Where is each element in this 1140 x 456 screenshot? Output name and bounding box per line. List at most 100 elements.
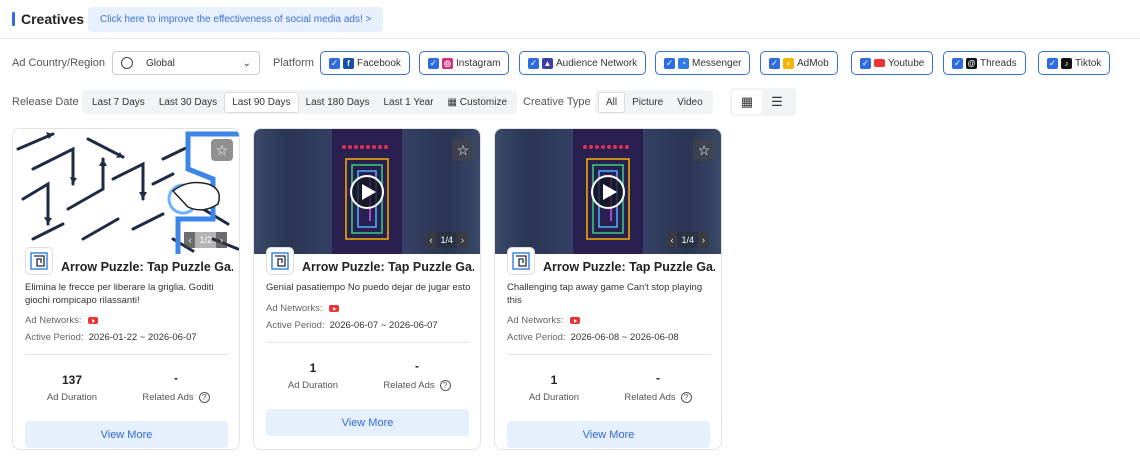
grid-view-icon[interactable]: ▦ (732, 90, 762, 114)
creative-type-label: Creative Type (523, 96, 591, 108)
active-period-label: Active Period: (25, 332, 84, 343)
creative-option-video[interactable]: Video (670, 93, 709, 112)
list-view-icon[interactable]: ☰ (762, 90, 792, 114)
ad-networks: Ad Networks: (507, 315, 580, 326)
checkbox-icon[interactable]: ✓ (528, 57, 539, 69)
release-option-customize[interactable]: ▦ Customize (441, 93, 514, 112)
platform-youtube[interactable]: ✓ Youtube (851, 51, 934, 75)
next-arrow-icon[interactable]: › (216, 232, 227, 248)
next-arrow-icon[interactable]: › (457, 232, 468, 248)
page-title: Creatives (21, 11, 85, 27)
app-title[interactable]: Arrow Puzzle: Tap Puzzle Ga... (302, 260, 474, 274)
facebook-icon: f (343, 57, 354, 69)
prev-arrow-icon[interactable]: ‹ (425, 232, 437, 248)
related-ads-value: - (415, 359, 419, 373)
checkbox-icon[interactable]: ✓ (428, 57, 439, 69)
ad-networks-label: Ad Networks: (507, 315, 564, 326)
ad-duration-value: 1 (309, 361, 317, 375)
platform-label: Platform (273, 57, 314, 69)
platform-label-audience-network: Audience Network (556, 57, 638, 69)
related-ads: Related Ads? (613, 392, 703, 403)
youtube-icon (569, 317, 580, 324)
app-icon (25, 247, 53, 275)
favorite-star-icon[interactable]: ☆ (211, 139, 233, 161)
release-option-7d[interactable]: Last 7 Days (85, 93, 152, 112)
chevron-down-icon: ⌄ (242, 57, 251, 69)
platform-label-tiktok: Tiktok (1075, 57, 1102, 69)
audience-network-icon: ▲ (542, 57, 553, 69)
favorite-star-icon[interactable]: ☆ (693, 139, 715, 161)
view-more-button[interactable]: View More (25, 421, 228, 448)
youtube-icon (874, 59, 885, 67)
platform-audience-network[interactable]: ✓ ▲ Audience Network (519, 51, 647, 75)
admob-icon: ◗ (783, 57, 794, 69)
view-more-button[interactable]: View More (507, 421, 710, 448)
creative-card[interactable]: ☆ ‹ 1/4 › Arrow Puzzle: Tap Puzzle Ga...… (494, 128, 722, 450)
pager-count: 1/4 (677, 232, 698, 248)
release-option-30d[interactable]: Last 30 Days (152, 93, 224, 112)
country-select[interactable]: Global ⌄ (112, 51, 260, 75)
creative-card[interactable]: ☆ ‹ 1/4 › Arrow Puzzle: Tap Puzzle Ga...… (253, 128, 481, 450)
favorite-star-icon[interactable]: ☆ (452, 139, 474, 161)
play-icon[interactable] (350, 175, 384, 209)
youtube-icon (328, 305, 339, 312)
platform-instagram[interactable]: ✓ ◎ Instagram (419, 51, 510, 75)
thumbnail-pager: ‹ 1/4 › (425, 232, 468, 248)
app-title[interactable]: Arrow Puzzle: Tap Puzzle Ga... (543, 260, 715, 274)
help-icon[interactable]: ? (439, 380, 451, 391)
play-icon[interactable] (591, 175, 625, 209)
platform-tiktok[interactable]: ✓ ♪ Tiktok (1038, 51, 1111, 75)
calendar-icon: ▦ (447, 96, 457, 108)
ad-duration-label: Ad Duration (528, 392, 580, 403)
release-option-1y[interactable]: Last 1 Year (377, 93, 441, 112)
checkbox-icon[interactable]: ✓ (952, 57, 963, 69)
related-ads-label: Related Ads (142, 392, 194, 403)
creative-card[interactable]: ☆ ‹ 1/2 › Arrow Puzzle: Tap Puzzle Ga...… (12, 128, 240, 450)
platform-facebook[interactable]: ✓ f Facebook (320, 51, 410, 75)
checkbox-icon[interactable]: ✓ (329, 57, 340, 69)
creative-thumbnail[interactable]: ☆ ‹ 1/2 › (13, 129, 239, 254)
checkbox-icon[interactable]: ✓ (860, 57, 871, 69)
active-period-value: 2026-06-08 ~ 2026-06-08 (570, 332, 679, 343)
related-ads: Related Ads? (131, 392, 221, 403)
active-period: Active Period: 2026-01-22 ~ 2026-06-07 (25, 332, 197, 343)
release-option-90d[interactable]: Last 90 Days (224, 91, 299, 113)
release-option-180d[interactable]: Last 180 Days (299, 93, 377, 112)
active-period-value: 2026-01-22 ~ 2026-06-07 (88, 332, 197, 343)
checkbox-icon[interactable]: ✓ (1047, 57, 1058, 69)
next-arrow-icon[interactable]: › (698, 232, 709, 248)
ad-duration-label: Ad Duration (287, 380, 339, 391)
divider (25, 354, 229, 355)
view-more-button[interactable]: View More (266, 409, 469, 436)
help-icon[interactable]: ? (198, 392, 210, 403)
globe-icon (121, 57, 133, 69)
platform-label-youtube: Youtube (888, 57, 925, 69)
instagram-icon: ◎ (442, 57, 453, 69)
related-ads-label: Related Ads (624, 392, 676, 403)
ad-description: Challenging tap away game Can't stop pla… (507, 282, 703, 306)
prev-arrow-icon[interactable]: ‹ (184, 232, 196, 248)
active-period: Active Period: 2026-06-08 ~ 2026-06-08 (507, 332, 679, 343)
help-icon[interactable]: ? (680, 392, 692, 403)
ad-networks-label: Ad Networks: (266, 303, 323, 314)
creative-option-all[interactable]: All (598, 91, 626, 113)
promo-banner[interactable]: Click here to improve the effectiveness … (88, 7, 384, 32)
platform-threads[interactable]: ✓ @ Threads (943, 51, 1026, 75)
title-accent (12, 12, 15, 26)
pager-count: 1/2 (195, 232, 216, 248)
app-title[interactable]: Arrow Puzzle: Tap Puzzle Ga... (61, 260, 233, 274)
related-ads-value: - (656, 371, 660, 385)
creative-thumbnail[interactable]: ☆ ‹ 1/4 › (254, 129, 480, 254)
related-ads: Related Ads? (372, 380, 462, 391)
prev-arrow-icon[interactable]: ‹ (666, 232, 678, 248)
platform-admob[interactable]: ✓ ◗ AdMob (760, 51, 838, 75)
checkbox-icon[interactable]: ✓ (664, 57, 675, 69)
messenger-icon: ◔ (678, 57, 689, 69)
creative-type-tabs: All Picture Video (595, 90, 713, 114)
creative-thumbnail[interactable]: ☆ ‹ 1/4 › (495, 129, 721, 254)
checkbox-icon[interactable]: ✓ (769, 57, 780, 69)
platform-messenger[interactable]: ✓ ◔ Messenger (655, 51, 751, 75)
creative-option-picture[interactable]: Picture (625, 93, 670, 112)
youtube-icon (87, 317, 98, 324)
active-period-label: Active Period: (266, 320, 325, 331)
